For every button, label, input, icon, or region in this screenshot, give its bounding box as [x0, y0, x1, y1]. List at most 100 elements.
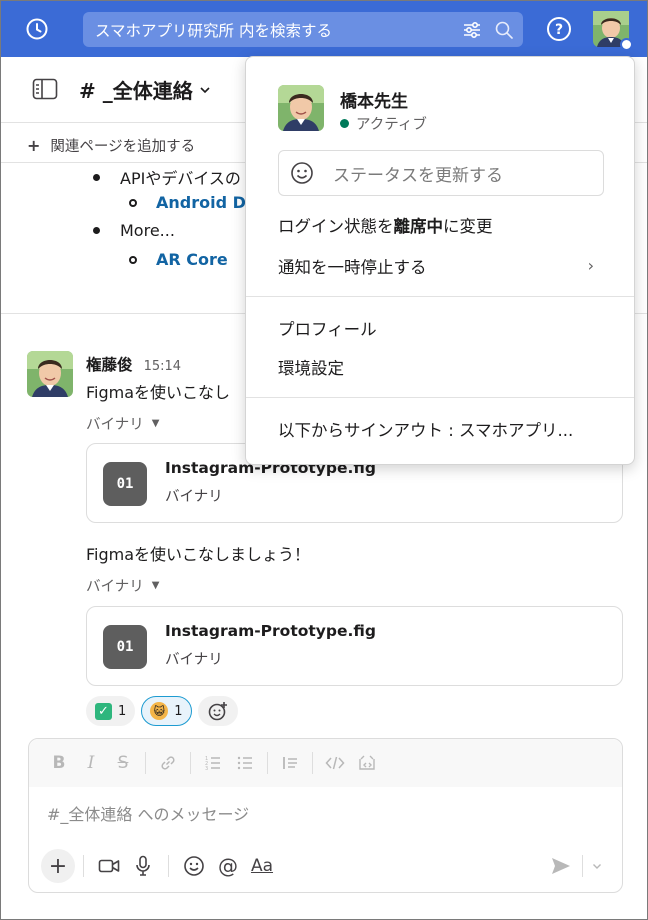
file-attachment[interactable]: 01 Instagram-Prototype.fig バイナリ — [86, 606, 623, 686]
message-text: Figmaを使いこなし — [86, 383, 231, 402]
reaction-cat[interactable]: 😺 1 — [141, 696, 192, 726]
bullet-icon — [129, 198, 137, 207]
mention-icon[interactable]: @ — [211, 849, 245, 883]
ar-core-link[interactable]: AR Core — [156, 250, 228, 269]
away-bold: 離席中 — [393, 217, 444, 236]
toolbar-separator — [83, 855, 84, 877]
italic-icon[interactable]: I — [75, 747, 107, 779]
toolbar-separator — [267, 752, 268, 774]
sidebar-toggle-button[interactable] — [31, 77, 59, 101]
svg-text:?: ? — [555, 22, 563, 38]
code-icon[interactable] — [319, 747, 351, 779]
strikethrough-icon[interactable]: S — [107, 747, 139, 779]
caret-down-icon: ▼ — [151, 580, 160, 591]
send-group — [544, 849, 607, 883]
file-label-text: バイナリ — [86, 579, 144, 595]
list-item: More... — [93, 221, 175, 240]
toolbar-separator — [145, 752, 146, 774]
binary-file-icon: 01 — [103, 625, 147, 669]
pause-notifications-label: 通知を一時停止する — [278, 258, 427, 277]
send-icon[interactable] — [544, 849, 578, 883]
binary-file-icon: 01 — [103, 462, 147, 506]
reaction-count: 1 — [118, 703, 127, 719]
search-bar[interactable]: スマホアプリ研究所 内を検索する — [83, 12, 523, 47]
message-composer: B I S 123 #_全体連絡 へのメッセージ + @ Aa — [28, 738, 623, 893]
ordered-list-icon[interactable]: 123 — [197, 747, 229, 779]
check-mark-icon: ✓ — [95, 702, 112, 720]
blockquote-icon[interactable] — [274, 747, 306, 779]
history-button[interactable] — [23, 15, 51, 43]
add-reaction-button[interactable] — [197, 696, 238, 726]
user-menu: 橋本先生 アクティブ ステータスを更新する ログイン状態を離席中に変更 通知を一… — [245, 56, 635, 465]
toolbar-separator — [168, 855, 169, 877]
file-name: Instagram-Prototype.fig — [165, 622, 376, 640]
message-text: Figmaを使いこなしましょう！ — [86, 545, 311, 564]
away-suffix: に変更 — [443, 217, 493, 236]
bold-icon[interactable]: B — [43, 747, 75, 779]
file-type: バイナリ — [165, 652, 223, 668]
bullet-icon — [93, 173, 100, 181]
help-button[interactable]: ? — [546, 16, 572, 42]
message-author-avatar[interactable] — [27, 351, 73, 397]
away-prefix: ログイン状態を — [278, 217, 394, 236]
file-type: バイナリ — [165, 489, 223, 505]
reaction-check[interactable]: ✓ 1 — [86, 696, 136, 726]
file-label-toggle[interactable]: バイナリ ▼ — [86, 413, 159, 434]
caret-down-icon: ▼ — [151, 418, 160, 429]
file-label-toggle[interactable]: バイナリ ▼ — [86, 575, 159, 596]
bullet-icon — [129, 255, 137, 264]
list-item-text: APIやデバイスの — [120, 169, 241, 188]
menu-divider — [246, 397, 634, 398]
clock-icon — [26, 18, 48, 40]
reactions-bar: ✓ 1 😺 1 — [86, 696, 238, 726]
list-item: AR Core — [129, 250, 228, 269]
list-item: APIやデバイスの — [93, 165, 241, 189]
message-author[interactable]: 権藤俊 — [86, 356, 133, 374]
set-away-item[interactable]: ログイン状態を離席中に変更 — [278, 213, 493, 237]
attach-button[interactable]: + — [41, 849, 75, 883]
smile-icon — [289, 160, 315, 186]
chevron-right-icon: › — [587, 256, 594, 275]
file-label-text: バイナリ — [86, 417, 144, 433]
presence-status: アクティブ — [340, 113, 427, 134]
message-header: 権藤俊 15:14 — [86, 353, 181, 375]
list-item: Android De — [129, 193, 257, 212]
toolbar-separator — [582, 855, 583, 877]
update-status-input[interactable]: ステータスを更新する — [278, 150, 604, 196]
pause-notifications-item[interactable]: 通知を一時停止する — [278, 254, 604, 278]
toolbar-separator — [190, 752, 191, 774]
message-input[interactable]: #_全体連絡 へのメッセージ — [47, 801, 249, 825]
plus-icon: + — [27, 136, 41, 155]
user-avatar-button[interactable] — [593, 11, 633, 51]
channel-name-button[interactable]: # _全体連絡 — [79, 75, 211, 104]
menu-divider — [246, 296, 634, 297]
chevron-down-icon[interactable] — [587, 849, 607, 883]
video-clip-icon[interactable] — [92, 849, 126, 883]
bulleted-list-icon[interactable] — [229, 747, 261, 779]
help-icon: ? — [547, 17, 571, 41]
list-item-text: More... — [120, 221, 175, 240]
code-block-icon[interactable] — [351, 747, 383, 779]
filter-icon[interactable] — [459, 17, 485, 43]
add-emoji-icon — [208, 702, 227, 721]
menu-user-name: 橋本先生 — [340, 92, 408, 112]
app-window: スマホアプリ研究所 内を検索する ? # _全体連絡 + 関連ページを追加する … — [0, 0, 648, 920]
link-icon[interactable] — [152, 747, 184, 779]
sign-out-item[interactable]: 以下からサインアウト : スマホアプリ... — [278, 417, 573, 441]
emoji-icon[interactable] — [177, 849, 211, 883]
microphone-icon[interactable] — [126, 849, 160, 883]
presence-label: アクティブ — [356, 117, 427, 133]
presence-indicator — [620, 38, 633, 51]
format-toggle-button[interactable]: Aa — [245, 849, 279, 883]
avatar — [278, 85, 324, 131]
smiley-cat-icon: 😺 — [150, 702, 169, 720]
add-related-page-button[interactable]: + 関連ページを追加する — [27, 135, 195, 156]
svg-text:3: 3 — [205, 766, 208, 772]
message-timestamp[interactable]: 15:14 — [144, 359, 181, 374]
avatar — [27, 351, 73, 397]
composer-actions: + @ Aa — [41, 849, 611, 883]
profile-item[interactable]: プロフィール — [278, 316, 377, 340]
formatting-toolbar: B I S 123 — [29, 739, 622, 787]
android-link[interactable]: Android De — [156, 193, 257, 212]
preferences-item[interactable]: 環境設定 — [278, 355, 344, 379]
